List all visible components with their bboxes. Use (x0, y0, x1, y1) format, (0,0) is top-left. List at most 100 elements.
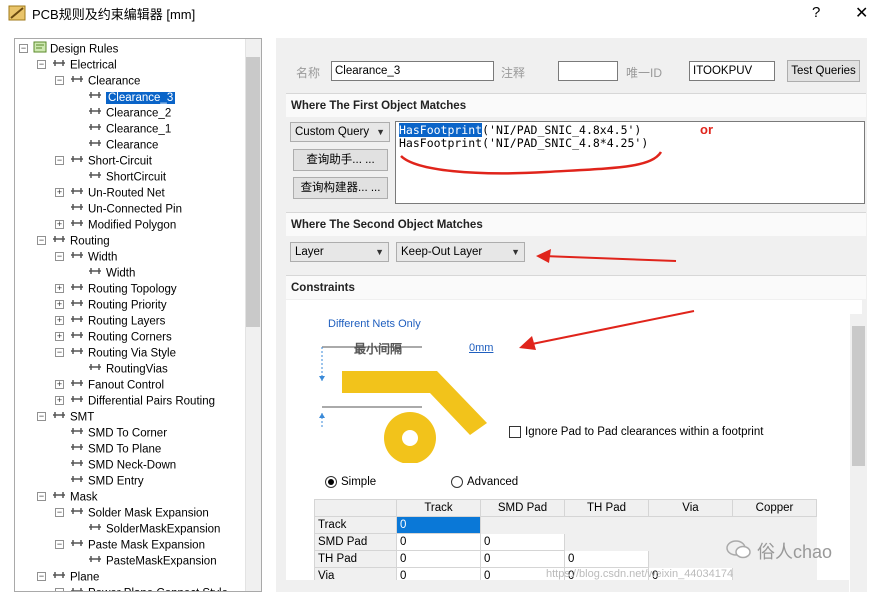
uid-field[interactable]: ITOOKPUV (689, 61, 775, 81)
rule-icon (69, 537, 85, 554)
rule-icon (69, 425, 85, 442)
tree-item[interactable]: Routing Priority (69, 297, 167, 313)
tree-item[interactable]: SMD Entry (69, 473, 144, 489)
ignore-pad-checkbox[interactable] (509, 426, 521, 438)
tree-item[interactable]: SMD To Corner (69, 425, 167, 441)
tree-scroll-thumb[interactable] (246, 57, 260, 327)
tree-expander[interactable]: − (55, 156, 64, 165)
matrix-cell[interactable]: 0 (396, 516, 481, 534)
tree-item[interactable]: SMD Neck-Down (69, 457, 176, 473)
rule-editor-panel: 名称 Clearance_3 注释 唯一ID ITOOKPUV Test Que… (276, 38, 867, 592)
tree-expander[interactable]: − (55, 540, 64, 549)
tree-item[interactable]: Routing Corners (69, 329, 172, 345)
tree-item[interactable]: Modified Polygon (69, 217, 176, 233)
tree-item[interactable]: Paste Mask Expansion (69, 537, 205, 553)
tree-item[interactable]: Un-Routed Net (69, 185, 165, 201)
matrix-cell[interactable]: 0 (564, 550, 649, 568)
first-match-combo-value: Custom Query (295, 126, 370, 138)
tree-item[interactable]: Width (87, 265, 135, 281)
tree-item[interactable]: RoutingVias (87, 361, 168, 377)
matrix-empty-cell (648, 550, 733, 568)
tree-item-label: Routing Topology (88, 283, 177, 296)
tree-item[interactable]: Routing Layers (69, 313, 165, 329)
matrix-cell[interactable]: 0 (396, 550, 481, 568)
second-match-combo-2[interactable]: Keep-Out Layer ▼ (396, 242, 525, 262)
tree-expander[interactable]: − (37, 572, 46, 581)
matrix-cell[interactable]: 0 (480, 550, 565, 568)
tree-item[interactable]: PasteMaskExpansion (87, 553, 217, 569)
tree-expander[interactable]: + (55, 220, 64, 229)
tree-item[interactable]: Clearance (87, 137, 158, 153)
first-match-combo[interactable]: Custom Query ▼ (290, 122, 390, 142)
comment-field[interactable] (558, 61, 618, 81)
constraints-vscroll-thumb[interactable] (852, 326, 865, 466)
tree-item[interactable]: Fanout Control (69, 377, 164, 393)
tree-item[interactable]: Solder Mask Expansion (69, 505, 209, 521)
advanced-radio[interactable] (451, 476, 463, 488)
tree-expander[interactable]: − (55, 588, 64, 591)
second-match-combo-1[interactable]: Layer ▼ (290, 242, 389, 262)
constraints-hscroll[interactable] (286, 580, 849, 592)
rule-icon (69, 585, 85, 591)
name-field[interactable]: Clearance_3 (331, 61, 494, 81)
tree-item[interactable]: Mask (51, 489, 97, 505)
tree-item[interactable]: Clearance_1 (87, 121, 171, 137)
tree-expander[interactable]: + (55, 300, 64, 309)
tree-expander[interactable]: + (55, 284, 64, 293)
tree-expander[interactable]: − (55, 348, 64, 357)
tree-item[interactable]: SMD To Plane (69, 441, 161, 457)
tree-expander[interactable]: − (37, 412, 46, 421)
test-queries-button[interactable]: Test Queries (787, 60, 860, 82)
tree-expander[interactable]: − (37, 236, 46, 245)
tree-item-label: Routing Corners (88, 331, 172, 344)
rule-icon (51, 409, 67, 426)
tree-item[interactable]: Short-Circuit (69, 153, 152, 169)
tree-item[interactable]: ShortCircuit (87, 169, 166, 185)
rule-icon (87, 137, 103, 154)
tree-item[interactable]: SMT (51, 409, 94, 425)
tree-expander[interactable]: + (55, 332, 64, 341)
tree-item[interactable]: Un-Connected Pin (69, 201, 182, 217)
query-helper-button[interactable]: 查询助手... ... (293, 149, 388, 171)
close-button[interactable]: ✕ (855, 3, 868, 23)
tree-item[interactable]: Design Rules (33, 41, 118, 57)
tree-expander[interactable]: − (37, 60, 46, 69)
matrix-column-header: Copper (732, 499, 817, 517)
query-builder-button[interactable]: 查询构建器... ... (293, 177, 388, 199)
tree-item[interactable]: Routing (51, 233, 110, 249)
tree-expander[interactable]: + (55, 380, 64, 389)
constraints-vscroll[interactable] (850, 314, 867, 592)
tree-expander[interactable]: − (55, 508, 64, 517)
rule-icon (69, 201, 85, 218)
simple-label: Simple (341, 476, 377, 488)
tree-item[interactable]: Power Plane Connect Style (69, 585, 228, 591)
simple-radio[interactable] (325, 476, 337, 488)
tree-item[interactable]: Clearance (69, 73, 140, 89)
tree-item[interactable]: Width (69, 249, 117, 265)
tree-item[interactable]: Differential Pairs Routing (69, 393, 215, 409)
tree-expander[interactable]: + (55, 316, 64, 325)
tree-item-label: Design Rules (50, 43, 119, 56)
tree-item[interactable]: Routing Topology (69, 281, 177, 297)
matrix-cell[interactable]: 0 (396, 533, 481, 551)
help-button[interactable]: ? (812, 4, 820, 21)
tree-expander[interactable]: − (55, 76, 64, 85)
tree-scrollbar[interactable] (245, 39, 261, 591)
tree-item[interactable]: Routing Via Style (69, 345, 176, 361)
tree-expander[interactable]: + (55, 396, 64, 405)
annotation-underline (400, 151, 663, 175)
matrix-cell[interactable]: 0 (480, 533, 565, 551)
tree-item[interactable]: Electrical (51, 57, 117, 73)
tree-item[interactable]: Clearance_2 (87, 105, 171, 121)
tree-item[interactable]: Clearance_3 (87, 89, 176, 105)
constraints-heading: Constraints (286, 275, 866, 299)
tree-expander[interactable]: + (55, 188, 64, 197)
tree-expander[interactable]: − (55, 252, 64, 261)
tree-expander[interactable]: − (37, 492, 46, 501)
tree-item[interactable]: SolderMaskExpansion (87, 521, 220, 537)
tree-item[interactable]: Plane (51, 569, 99, 585)
rules-tree[interactable]: − Design Rules − Electrical − Clearance Cleara… (14, 38, 262, 592)
rule-icon (69, 153, 85, 170)
tree-expander[interactable]: − (19, 44, 28, 53)
tree-item-label: RoutingVias (106, 363, 168, 376)
